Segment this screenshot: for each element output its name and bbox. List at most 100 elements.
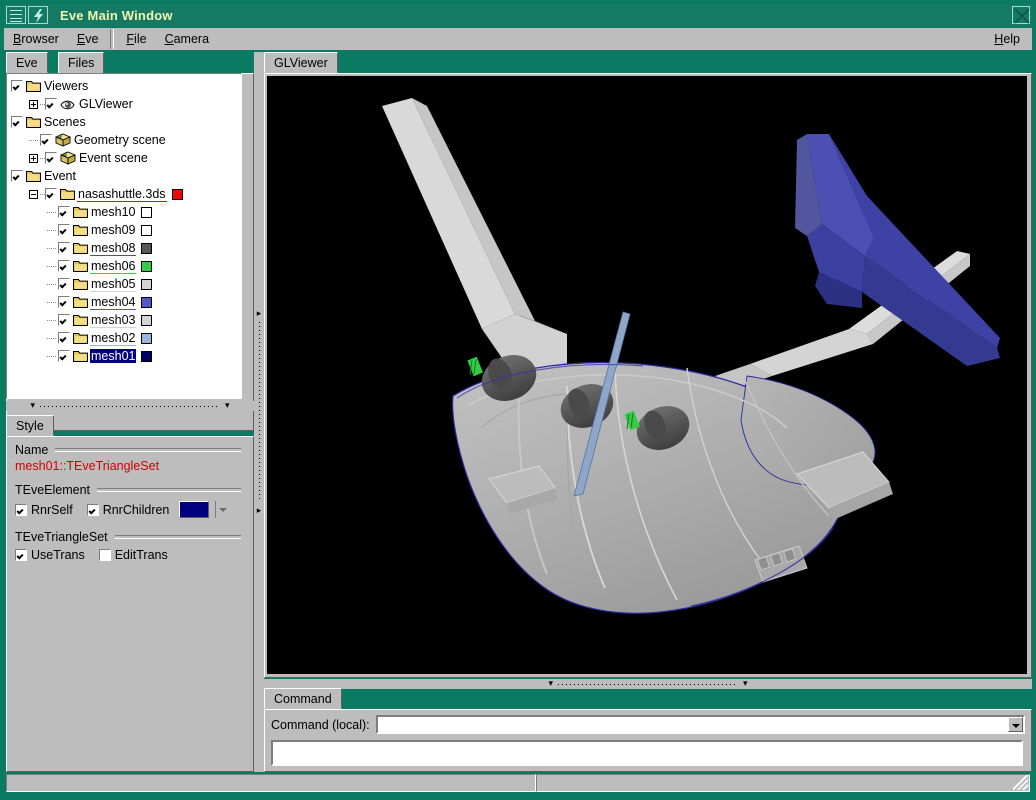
tree-item-checkbox[interactable] (11, 170, 23, 182)
folder-icon (26, 116, 41, 128)
tree-item-geometry-scene[interactable]: Geometry scene (7, 131, 241, 149)
tree-item-mesh08[interactable]: mesh08 (7, 239, 241, 257)
tree-item-label: Scenes (43, 115, 87, 129)
chevron-down-icon[interactable] (215, 501, 228, 518)
tree-item-mesh03[interactable]: mesh03 (7, 311, 241, 329)
tree-connector (47, 311, 58, 329)
tree-item-mesh01[interactable]: mesh01 (7, 347, 241, 365)
tab-style[interactable]: Style (6, 415, 54, 436)
menu-bar: Browser Eve File Camera Help (4, 28, 1032, 50)
tree-item-color-swatch[interactable] (141, 297, 152, 308)
tree-item-scenes[interactable]: Scenes (7, 113, 241, 131)
box-icon (60, 151, 76, 165)
tab-glviewer[interactable]: GLViewer (264, 52, 338, 73)
tree-item-glviewer[interactable]: GLViewer (7, 95, 241, 113)
tree-item-mesh02[interactable]: mesh02 (7, 329, 241, 347)
tab-eve[interactable]: Eve (6, 52, 48, 73)
tree-item-checkbox[interactable] (58, 296, 70, 308)
tree-item-color-swatch[interactable] (141, 243, 152, 254)
tree-item-checkbox[interactable] (40, 134, 52, 146)
tree-item-label: mesh10 (90, 205, 136, 219)
tree-item-mesh05[interactable]: mesh05 (7, 275, 241, 293)
tree-item-checkbox[interactable] (45, 188, 57, 200)
tree-item-checkbox[interactable] (58, 242, 70, 254)
tree-item-mesh09[interactable]: mesh09 (7, 221, 241, 239)
command-tabstrip: Command (264, 688, 1032, 710)
rnrself-checkbox[interactable] (15, 504, 27, 516)
folder-icon (73, 206, 88, 218)
tree-item-checkbox[interactable] (58, 350, 70, 362)
tree-item-checkbox[interactable] (58, 278, 70, 290)
tree-item-color-swatch[interactable] (141, 279, 152, 290)
tree-item-label: GLViewer (78, 97, 134, 111)
tree-item-checkbox[interactable] (58, 260, 70, 272)
folder-icon (73, 278, 88, 290)
menu-item-file[interactable]: File (117, 30, 155, 48)
status-left (6, 774, 536, 792)
menu-item-browser[interactable]: Browser (4, 30, 68, 48)
tree-item-checkbox[interactable] (11, 116, 23, 128)
tree-item-checkbox[interactable] (58, 314, 70, 326)
expander-plus-icon[interactable] (29, 100, 38, 109)
splitter-dots (558, 684, 738, 685)
tree-item-checkbox[interactable] (45, 98, 57, 110)
usetrans-checkbox[interactable] (15, 549, 27, 561)
tree-item-mesh06[interactable]: mesh06 (7, 257, 241, 275)
expander-minus-icon[interactable] (29, 190, 38, 199)
gl-canvas[interactable] (267, 76, 1027, 674)
tree-item-event-scene[interactable]: Event scene (7, 149, 241, 167)
menu-group-browser: Browser Eve (4, 28, 107, 50)
glviewer-tabstrip: GLViewer (264, 52, 1032, 74)
folder-icon (73, 260, 88, 272)
command-combobox[interactable] (376, 715, 1025, 734)
tree-item-nasashuttle-3ds[interactable]: nasashuttle.3ds (7, 185, 241, 203)
folder-icon (73, 332, 88, 344)
tree-item-checkbox[interactable] (11, 80, 23, 92)
menu-item-camera[interactable]: Camera (156, 30, 218, 48)
edittrans-checkbox[interactable] (99, 549, 111, 561)
tree-item-mesh04[interactable]: mesh04 (7, 293, 241, 311)
chevron-right-icon: ▸ (257, 309, 262, 318)
tree-item-color-swatch[interactable] (141, 225, 152, 236)
menu-item-help[interactable]: Help (985, 30, 1032, 48)
tree-item-viewers[interactable]: Viewers (7, 77, 241, 95)
eve-element-row: RnrSelf RnrChildren (15, 501, 253, 518)
tree-item-label: Viewers (43, 79, 89, 93)
eve-tree-view[interactable]: ViewersGLViewerScenesGeometry sceneEvent… (6, 73, 242, 399)
chevron-down-icon[interactable] (1008, 717, 1023, 732)
tree-connector (47, 257, 58, 275)
resize-grip[interactable] (1013, 775, 1028, 790)
tree-item-mesh10[interactable]: mesh10 (7, 203, 241, 221)
tree-item-checkbox[interactable] (45, 152, 57, 164)
tree-item-checkbox[interactable] (58, 332, 70, 344)
shuttle-3d-render (267, 76, 1027, 674)
lightning-bolt-icon[interactable] (28, 6, 48, 24)
tree-connector (47, 275, 58, 293)
tree-item-color-swatch[interactable] (141, 261, 152, 272)
tree-item-label: mesh01 (90, 349, 136, 363)
rnrchildren-checkbox[interactable] (87, 504, 99, 516)
left-horizontal-splitter[interactable]: ▾ ▾ (6, 401, 254, 411)
tree-item-color-swatch[interactable] (172, 189, 183, 200)
tree-item-color-swatch[interactable] (141, 207, 152, 218)
color-swatch-button[interactable] (179, 501, 209, 518)
window-list-icon[interactable] (6, 6, 26, 24)
tab-files[interactable]: Files (58, 52, 104, 73)
expander-plus-icon[interactable] (29, 154, 38, 163)
tree-item-checkbox[interactable] (58, 224, 70, 236)
chevron-down-icon: ▾ (225, 402, 230, 411)
tree-item-color-swatch[interactable] (141, 315, 152, 326)
command-output (271, 740, 1023, 766)
menu-item-eve[interactable]: Eve (68, 30, 108, 48)
rnrself-label: RnrSelf (31, 503, 73, 517)
command-input[interactable] (378, 716, 1008, 733)
vertical-splitter[interactable]: ▸ ▸ (254, 52, 264, 772)
group-title-triangle-set: TEveTriangleSet (15, 530, 245, 544)
tree-item-color-swatch[interactable] (141, 351, 152, 362)
tree-item-event[interactable]: Event (7, 167, 241, 185)
close-icon[interactable] (1012, 6, 1030, 24)
tree-item-checkbox[interactable] (58, 206, 70, 218)
tree-item-color-swatch[interactable] (141, 333, 152, 344)
tab-command[interactable]: Command (264, 688, 342, 709)
right-panel: GLViewer (264, 52, 1032, 772)
